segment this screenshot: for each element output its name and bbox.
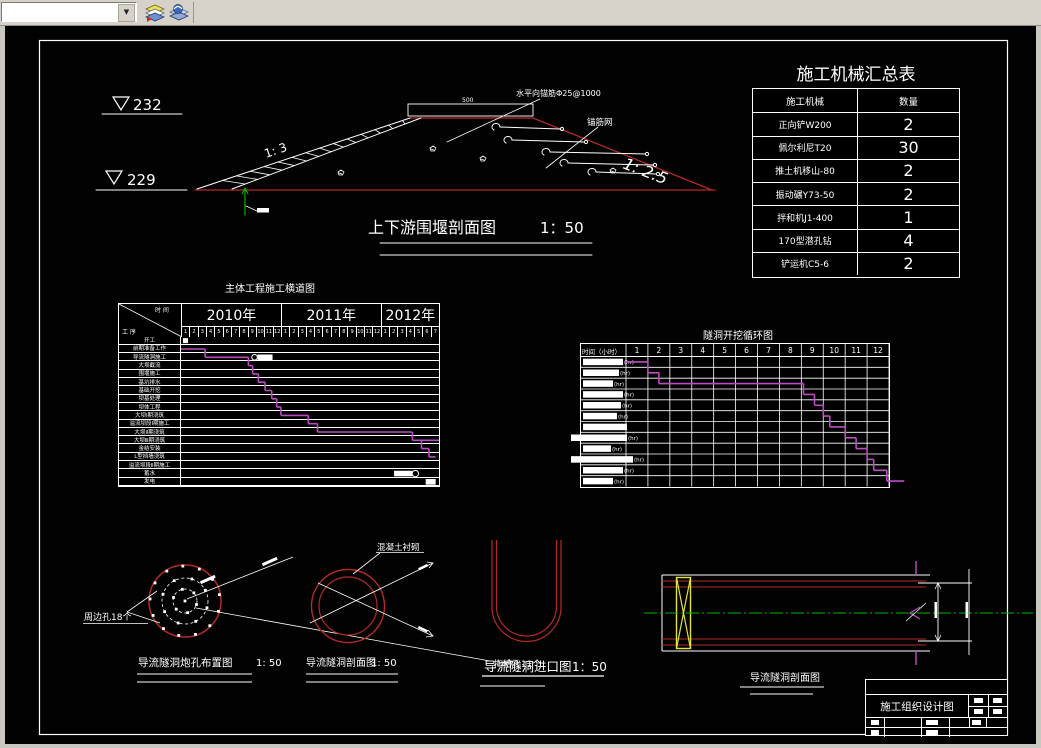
- titleblock-line: [884, 717, 885, 737]
- layer-states-icon-glyph: [169, 4, 189, 21]
- machine-table-title: 施工机械汇总表: [796, 65, 916, 85]
- machine-qty-cell: 1: [857, 205, 959, 229]
- illegible-label-mark: [974, 709, 983, 714]
- machine-name-cell: 推土机移山-80: [753, 158, 857, 182]
- illegible-label-mark: [871, 729, 879, 735]
- machine-table: 施工机械 数量 正向铲W200 2 佩尔利尼T20 30 推土机移山-80 2 振动碾Y73-5…: [752, 88, 960, 278]
- layer-dropdown[interactable]: ▼: [1, 2, 137, 22]
- machine-name-cell: 拌和机J1-400: [753, 205, 857, 228]
- machine-name-cell: 振动碾Y73-50: [753, 182, 857, 205]
- machine-name-cell: 正向铲W200: [753, 112, 857, 135]
- titleblock-line: [949, 717, 950, 737]
- title-block: 施工组织设计图: [865, 679, 1008, 737]
- layer-states-icon[interactable]: [168, 2, 190, 23]
- machine-col-header: 数量: [857, 89, 959, 113]
- dropdown-arrow-icon[interactable]: ▼: [118, 4, 135, 22]
- titleblock-line: [969, 717, 970, 727]
- illegible-label-mark: [993, 709, 1002, 714]
- cad-application-window: { "toolbar": { "combo_value": "", "dropd…: [0, 0, 1041, 748]
- titleblock-line: [921, 717, 922, 737]
- titleblock-line: [986, 717, 987, 727]
- machine-qty-cell: 2: [857, 112, 959, 136]
- machine-qty-cell: 2: [857, 251, 959, 275]
- gantt-title: 主体工程施工横道图: [225, 284, 315, 295]
- schedule-bar-line: [181, 348, 439, 458]
- illegible-label-mark: [974, 698, 983, 703]
- schedule-bar-line: [626, 361, 905, 482]
- gantt-chart: 时 间工 序 2010年 1 2 3 4 5 6 7 8 9 10 11 12 2011年 1 2 3 4 5 6 7 8 9…: [118, 303, 440, 487]
- toolbar: ▼: [0, 0, 1041, 26]
- layers-icon-glyph: [145, 4, 165, 22]
- titleblock-drawing-title: 施工组织设计图: [866, 695, 969, 717]
- illegible-label-mark: [972, 719, 981, 725]
- machine-qty-cell: 30: [857, 135, 959, 159]
- illegible-label-mark: [926, 719, 938, 725]
- annotation-box: [394, 470, 413, 477]
- cycle-chart: (hr) (hr) (hr) (hr) (hr) (hr) (hr) (hr) (hr) (hr)…: [571, 343, 905, 488]
- titleblock-top-cell: [866, 680, 1007, 695]
- machine-name-cell: 铲运机C5-6: [753, 251, 857, 275]
- machine-qty-cell: 2: [857, 182, 959, 206]
- machine-name-cell: 170型潜孔钻: [753, 228, 857, 252]
- machine-name-cell: 佩尔利尼T20: [753, 135, 857, 159]
- toolbar-separator: [193, 2, 194, 23]
- layers-icon[interactable]: [144, 2, 166, 23]
- illegible-label-mark: [993, 698, 1002, 703]
- cycle-title: 隧洞开挖循环图: [703, 331, 773, 342]
- annotation-box: [257, 354, 273, 361]
- milestone-marker: [183, 338, 188, 344]
- titleblock-line: [866, 727, 1007, 728]
- machine-qty-cell: 4: [857, 228, 959, 252]
- annotation-box: [425, 479, 436, 485]
- illegible-label-mark: [926, 729, 938, 735]
- titleblock-line: [969, 706, 1007, 707]
- machine-col-header: 施工机械: [785, 96, 824, 108]
- machine-qty-cell: 2: [857, 158, 959, 182]
- illegible-label-mark: [871, 719, 879, 725]
